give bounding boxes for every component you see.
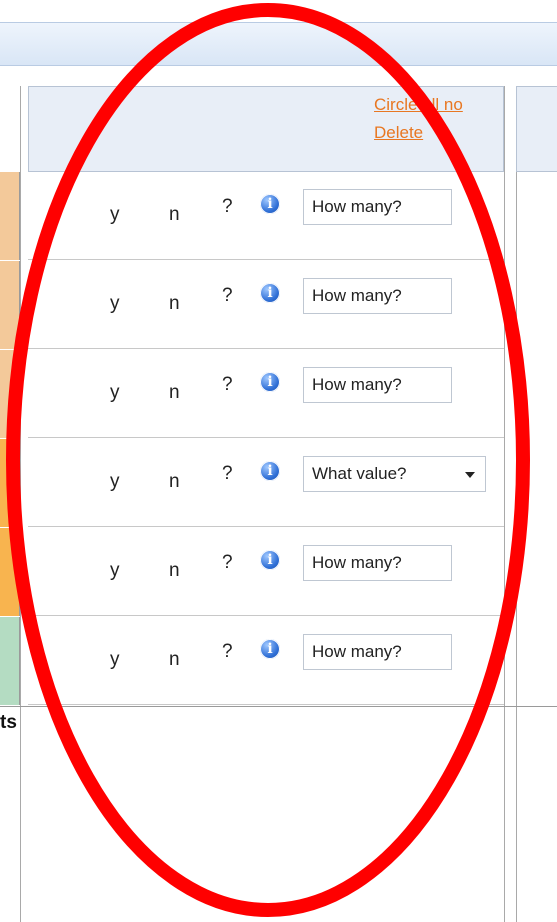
info-icon[interactable]: i	[260, 194, 280, 214]
quantity-input[interactable]: How many?	[303, 278, 452, 314]
field-value: What value?	[312, 464, 407, 483]
row-category-swatch	[0, 528, 20, 616]
grid-bottom-line	[0, 706, 557, 707]
info-icon[interactable]: i	[260, 461, 280, 481]
question-row: y n? i How many?	[28, 350, 504, 438]
answer-no-option[interactable]: n	[169, 471, 180, 493]
field-value: How many?	[312, 553, 402, 572]
answer-yes-option[interactable]: y	[110, 204, 120, 226]
top-toolbar	[0, 0, 557, 66]
row-category-swatch	[0, 617, 20, 705]
row-category-swatch	[0, 350, 20, 438]
field-value: How many?	[312, 375, 402, 394]
quantity-input[interactable]: How many?	[303, 545, 452, 581]
delete-link[interactable]: Delete	[374, 123, 423, 143]
toolbar-band	[0, 22, 557, 66]
answer-no-option[interactable]: n	[169, 293, 180, 315]
grid-divider-mid	[504, 86, 505, 922]
answer-no-option[interactable]: n	[169, 560, 180, 582]
answer-unknown-option[interactable]: ?	[222, 463, 233, 485]
value-select[interactable]: What value?	[303, 456, 486, 492]
answer-no-option[interactable]: n	[169, 204, 180, 226]
info-icon[interactable]: i	[260, 639, 280, 659]
answer-unknown-option[interactable]: ?	[222, 196, 233, 218]
answer-unknown-option[interactable]: ?	[222, 285, 233, 307]
question-row: y n? i How many?	[28, 617, 504, 705]
answer-unknown-option[interactable]: ?	[222, 641, 233, 663]
answer-yes-option[interactable]: y	[110, 649, 120, 671]
question-row: y n? i What value?	[28, 439, 504, 527]
row-category-swatch	[0, 439, 20, 527]
answer-no-option[interactable]: n	[169, 382, 180, 404]
answer-unknown-option[interactable]: ?	[222, 552, 233, 574]
row-category-swatch	[0, 261, 20, 349]
question-row: y n? i How many?	[28, 528, 504, 616]
field-value: How many?	[312, 286, 402, 305]
next-column-header	[516, 86, 557, 172]
grid-divider-right	[516, 86, 517, 922]
grid-divider-left	[20, 86, 21, 922]
field-value: How many?	[312, 642, 402, 661]
circle-all-no-link[interactable]: Circle all no	[374, 95, 463, 115]
column-header: Circle all no Delete	[28, 86, 504, 172]
answer-yes-option[interactable]: y	[110, 382, 120, 404]
row-category-swatch	[0, 172, 20, 260]
info-icon[interactable]: i	[260, 372, 280, 392]
quantity-input[interactable]: How many?	[303, 367, 452, 403]
field-value: How many?	[312, 197, 402, 216]
quantity-input[interactable]: How many?	[303, 634, 452, 670]
question-row: y n? i How many?	[28, 172, 504, 260]
answer-yes-option[interactable]: y	[110, 560, 120, 582]
answer-yes-option[interactable]: y	[110, 293, 120, 315]
answer-no-option[interactable]: n	[169, 649, 180, 671]
info-icon[interactable]: i	[260, 550, 280, 570]
chevron-down-icon	[465, 472, 475, 478]
answer-unknown-option[interactable]: ?	[222, 374, 233, 396]
info-icon[interactable]: i	[260, 283, 280, 303]
section-label-fragment: ts	[0, 712, 17, 733]
quantity-input[interactable]: How many?	[303, 189, 452, 225]
question-row: y n? i How many?	[28, 261, 504, 349]
answer-yes-option[interactable]: y	[110, 471, 120, 493]
